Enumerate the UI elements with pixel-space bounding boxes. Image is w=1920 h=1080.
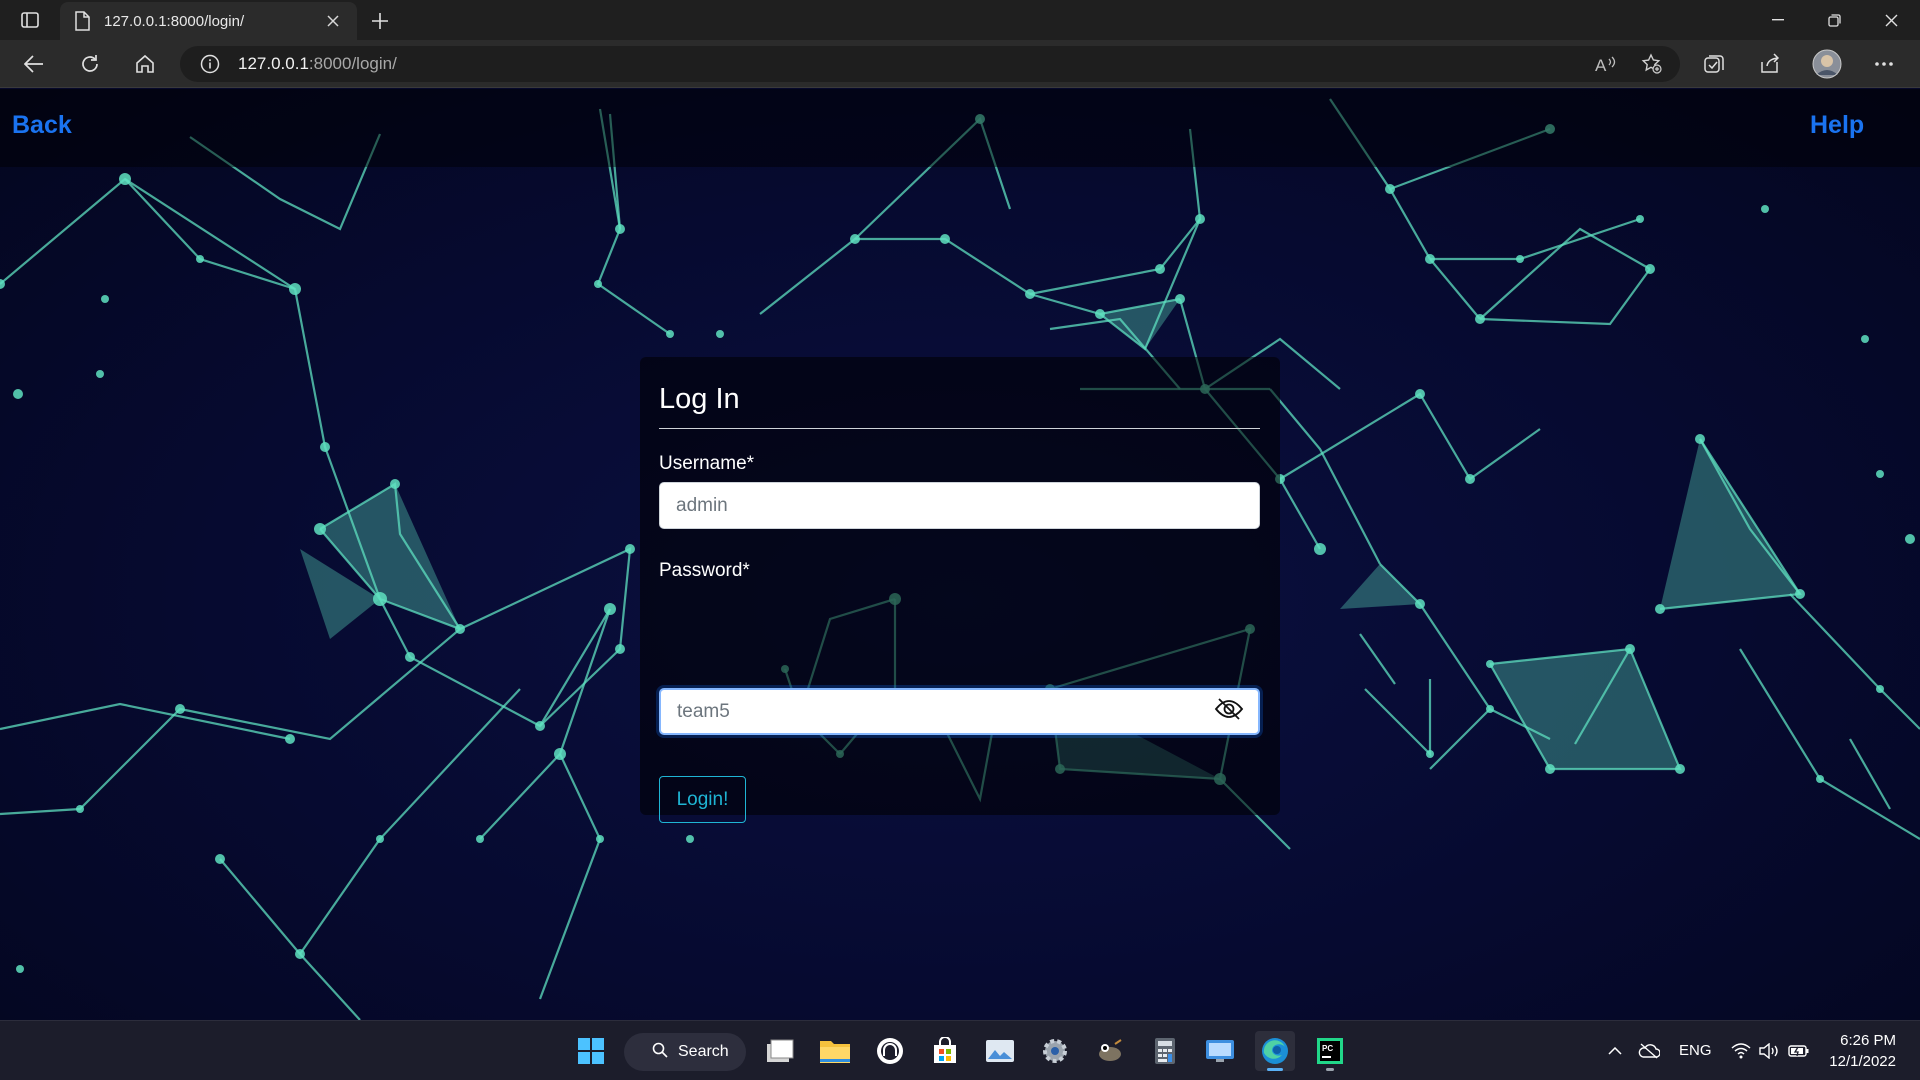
hide-password-icon[interactable] (1212, 692, 1246, 726)
svg-text:PC: PC (1322, 1044, 1333, 1053)
browser-tabstrip: 127.0.0.1:8000/login/ (0, 0, 1920, 40)
site-info-icon[interactable] (200, 54, 220, 74)
pycharm-icon[interactable]: PC (1310, 1031, 1350, 1071)
calculator-icon[interactable] (1145, 1031, 1185, 1071)
tab-actions-icon[interactable] (14, 8, 46, 32)
file-explorer-icon[interactable] (815, 1031, 855, 1071)
search-icon (652, 1042, 668, 1063)
windows-start-icon[interactable] (571, 1031, 611, 1071)
login-button[interactable]: Login! (659, 776, 746, 823)
photos-icon[interactable] (980, 1031, 1020, 1071)
running-app-indicator (1326, 1068, 1334, 1071)
url-path: :8000/login/ (308, 54, 397, 73)
wifi-icon[interactable] (1726, 1031, 1756, 1071)
gimp-icon[interactable] (1090, 1031, 1130, 1071)
more-options-icon[interactable] (1868, 48, 1900, 80)
system-clock[interactable]: 6:26 PM 12/1/2022 (1829, 1030, 1896, 1072)
top-navigation: Back Help (0, 89, 1920, 167)
clock-date: 12/1/2022 (1829, 1053, 1896, 1070)
page-title: Log In (659, 383, 740, 415)
login-page: Back Help Log In Username* Password* Log… (0, 89, 1920, 1020)
restore-icon[interactable] (1806, 0, 1863, 40)
back-link[interactable]: Back (12, 111, 72, 140)
back-arrow-icon[interactable] (18, 48, 50, 80)
read-aloud-icon[interactable]: A (1590, 48, 1622, 80)
microsoft-store-icon[interactable] (925, 1031, 965, 1071)
volume-icon[interactable] (1754, 1031, 1784, 1071)
login-card: Log In Username* Password* Login! (640, 357, 1280, 823)
url-host: 127.0.0.1 (238, 54, 309, 73)
taskbar-search[interactable]: Search (624, 1033, 746, 1071)
remote-desktop-icon[interactable] (1200, 1031, 1240, 1071)
username-label: Username* (659, 453, 755, 474)
edge-browser-icon[interactable] (1255, 1031, 1295, 1071)
browser-tab-active[interactable]: 127.0.0.1:8000/login/ (60, 2, 357, 40)
share-icon[interactable] (1754, 48, 1786, 80)
close-window-icon[interactable] (1863, 0, 1920, 40)
profile-avatar[interactable] (1810, 47, 1844, 81)
username-input[interactable] (659, 482, 1260, 529)
active-app-indicator (1267, 1068, 1283, 1071)
task-view-icon[interactable] (760, 1031, 800, 1071)
search-label: Search (678, 1043, 729, 1060)
document-icon (74, 11, 90, 31)
svg-text:A: A (1595, 56, 1607, 73)
close-tab-icon[interactable] (323, 11, 343, 31)
minimize-icon[interactable] (1749, 0, 1806, 40)
new-tab-icon[interactable] (366, 7, 394, 35)
help-link[interactable]: Help (1810, 111, 1864, 140)
chevron-up-icon[interactable] (1600, 1031, 1630, 1071)
refresh-icon[interactable] (74, 48, 106, 80)
onedrive-offline-icon[interactable] (1634, 1031, 1664, 1071)
favorites-add-icon[interactable] (1636, 48, 1668, 80)
password-input[interactable] (659, 688, 1260, 735)
password-label: Password* (659, 560, 750, 581)
tab-title: 127.0.0.1:8000/login/ (104, 12, 245, 30)
screen: 127.0.0.1:8000/login/ 127.0.0.1:8000/lo… (0, 0, 1920, 1080)
windows-taskbar: Search PC ENG 6:26 PM 12/1/2022 (0, 1020, 1920, 1080)
battery-charging-icon[interactable] (1784, 1031, 1814, 1071)
clock-time: 6:26 PM (1840, 1032, 1896, 1049)
address-bar[interactable]: 127.0.0.1:8000/login/ (180, 46, 1680, 82)
collections-icon[interactable] (1698, 48, 1730, 80)
title-divider (659, 428, 1260, 429)
window-controls (1749, 0, 1920, 40)
home-icon[interactable] (129, 48, 161, 80)
browser-toolbar: 127.0.0.1:8000/login/ A (0, 40, 1920, 88)
language-indicator[interactable]: ENG (1679, 1042, 1712, 1059)
app-circle-icon[interactable] (870, 1031, 910, 1071)
settings-gear-icon[interactable] (1035, 1031, 1075, 1071)
